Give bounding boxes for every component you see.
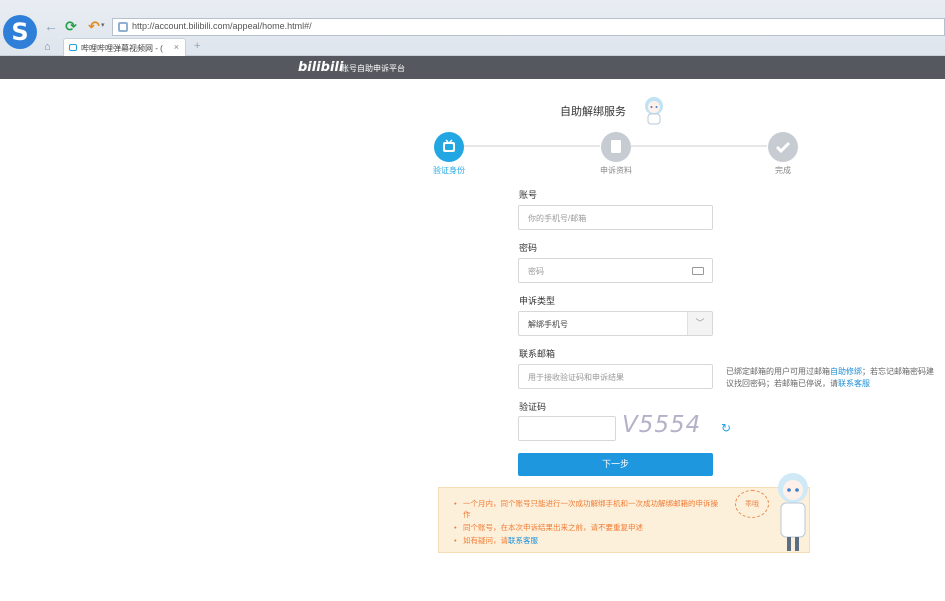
account-label: 账号 (519, 190, 538, 200)
notice-list: 一个月内，同个账号只能进行一次成功解绑手机和一次成功解绑邮箱的申诉操作 同个账号… (452, 498, 722, 548)
mascot-icon (778, 473, 808, 551)
step-label: 完成 (775, 166, 791, 175)
email-placeholder: 用于接收验证码和申诉结果 (528, 373, 624, 382)
hint-text: 已绑定邮箱的用户可用过邮箱 (726, 367, 830, 376)
chevron-down-icon[interactable]: ﹀ (687, 312, 712, 335)
url-text: http://account.bilibili.com/appeal/home.… (132, 21, 312, 31)
self-rebind-link[interactable]: 自助修绑 (830, 367, 862, 376)
back-arrow-icon[interactable]: ← (42, 17, 60, 35)
password-label: 密码 (519, 243, 538, 253)
captcha-input[interactable] (518, 416, 616, 441)
page-title: 自助解绑服务 (560, 106, 626, 118)
email-hint: 已绑定邮箱的用户可用过邮箱自助修绑；若忘记邮箱密码建议找回密码；若邮箱已停说，请… (726, 366, 941, 390)
appeal-type-select[interactable]: 解绑手机号 ﹀ (518, 311, 713, 336)
step-label: 验证身份 (433, 166, 465, 175)
tab-title: 哔哩哔哩弹幕视频网 - ( (81, 44, 163, 53)
speech-bubble: 乖哦 (735, 490, 769, 518)
notice-box: 一个月内，同个账号只能进行一次成功解绑手机和一次成功解绑邮箱的申诉操作 同个账号… (438, 473, 810, 553)
browser-tab[interactable]: 哔哩哔哩弹幕视频网 - ( × (63, 38, 186, 56)
notice-item: 一个月内，同个账号只能进行一次成功解绑手机和一次成功解绑邮箱的申诉操作 (452, 498, 722, 520)
step-connector (631, 145, 767, 147)
contact-support-link[interactable]: 联系客服 (508, 536, 538, 545)
account-placeholder: 你的手机号/邮箱 (528, 214, 587, 223)
browser-toolbar: ← ⟳ ↶ ▾ http://account.bilibili.com/appe… (0, 0, 945, 56)
captcha-image[interactable]: V5554 (622, 412, 720, 442)
shield-icon (118, 22, 128, 32)
step-label: 申诉资料 (600, 166, 632, 175)
help-text: 如有疑问，请 (463, 536, 508, 545)
captcha-label: 验证码 (519, 402, 547, 412)
refresh-captcha-icon[interactable]: ↻ (721, 421, 731, 435)
password-placeholder: 密码 (528, 267, 544, 276)
appeal-type-value: 解绑手机号 (528, 320, 568, 329)
bilibili-tv-icon (69, 44, 77, 51)
browser-logo-icon (3, 15, 37, 49)
close-icon[interactable]: × (174, 42, 179, 52)
keyboard-icon[interactable] (692, 267, 704, 275)
chevron-down-icon[interactable]: ▾ (101, 21, 105, 29)
notice-item: 同个账号，在本次申诉结果出来之前，请不要重复申述 (452, 522, 722, 533)
home-icon[interactable]: ⌂ (44, 41, 51, 53)
email-input[interactable]: 用于接收验证码和申诉结果 (518, 364, 713, 389)
next-step-button[interactable]: 下一步 (518, 453, 713, 476)
mascot-icon (645, 97, 663, 125)
new-tab-button[interactable]: + (194, 40, 200, 52)
contact-support-link[interactable]: 联系客服 (838, 379, 870, 388)
notice-item: 如有疑问，请联系客服 (452, 535, 722, 546)
email-label: 联系邮箱 (519, 349, 556, 359)
password-input[interactable]: 密码 (518, 258, 713, 283)
account-input[interactable]: 你的手机号/邮箱 (518, 205, 713, 230)
step-connector (463, 145, 600, 147)
step-3-check-icon (768, 132, 798, 162)
appeal-type-label: 申诉类型 (519, 296, 556, 306)
site-header: bilibili 账号自助申诉平台 (0, 56, 945, 79)
bilibili-logo[interactable]: bilibili (298, 60, 343, 75)
header-title: 账号自助申诉平台 (341, 64, 405, 73)
step-1-tv-icon (434, 132, 464, 162)
address-bar[interactable]: http://account.bilibili.com/appeal/home.… (112, 18, 945, 36)
step-2-document-icon (601, 132, 631, 162)
refresh-icon[interactable]: ⟳ (62, 17, 80, 35)
